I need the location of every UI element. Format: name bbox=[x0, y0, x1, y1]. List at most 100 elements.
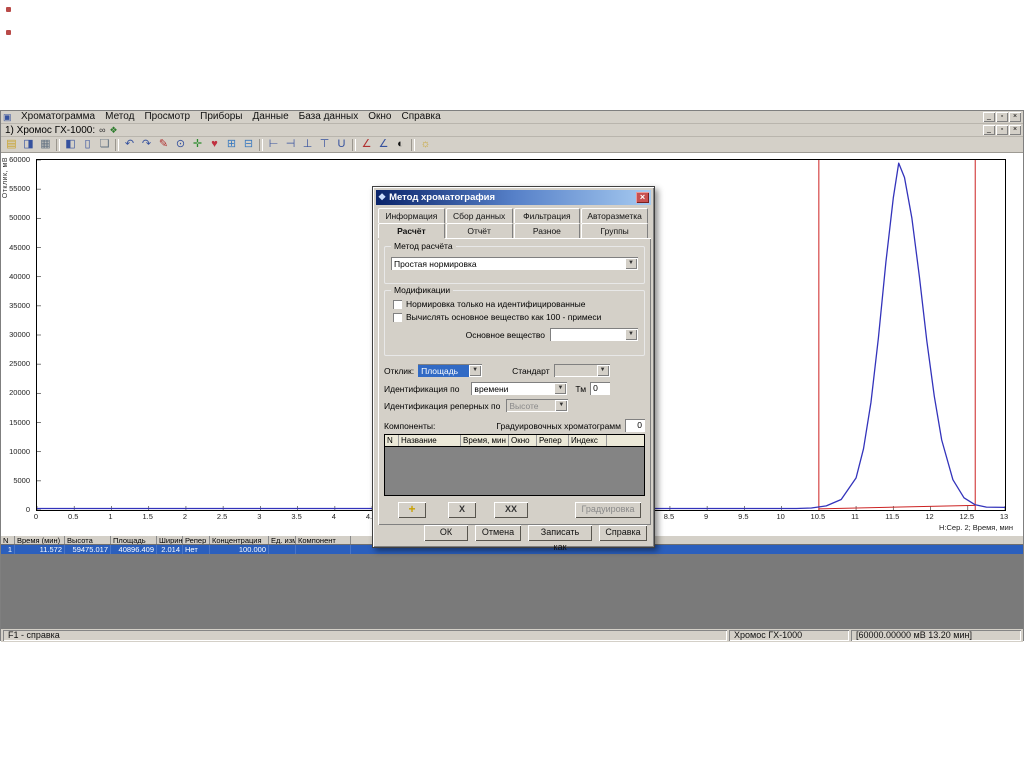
peak-begin-icon[interactable]: ⊢ bbox=[266, 138, 281, 152]
menu-item-метод[interactable]: Метод bbox=[100, 111, 139, 123]
modifications-group-label: Модификации bbox=[391, 285, 453, 295]
baseline-icon[interactable]: ∠ bbox=[376, 138, 391, 152]
results-cell bbox=[296, 545, 351, 554]
union-icon[interactable]: U bbox=[334, 138, 349, 152]
ident-ref-select: Высоте ▼ bbox=[506, 399, 568, 412]
x-tick-label: 9.5 bbox=[730, 512, 756, 521]
peak-end-icon[interactable]: ⊣ bbox=[283, 138, 298, 152]
chevron-down-icon[interactable]: ▼ bbox=[625, 329, 637, 340]
results-cell bbox=[269, 545, 296, 554]
report-icon[interactable]: ▯ bbox=[80, 138, 95, 152]
y-tick-label: 20000 bbox=[1, 388, 32, 397]
save-as-button[interactable]: Записать как bbox=[528, 525, 592, 541]
chevron-down-icon[interactable]: ▼ bbox=[625, 258, 637, 269]
ok-button[interactable]: ОК bbox=[424, 525, 468, 541]
checkbox-normirovka-label: Нормировка только на идентифицированные bbox=[406, 299, 586, 309]
menu-item-окно[interactable]: Окно bbox=[363, 111, 396, 123]
pencil-icon[interactable]: ✎ bbox=[156, 138, 171, 152]
dialog-close-icon[interactable]: × bbox=[636, 192, 649, 203]
favorite-icon[interactable]: ♥ bbox=[207, 138, 222, 152]
menu-item-справка[interactable]: Справка bbox=[396, 111, 445, 123]
menu-item-данные[interactable]: Данные bbox=[248, 111, 294, 123]
zoom-icon[interactable]: ⊙ bbox=[173, 138, 188, 152]
print-icon[interactable]: ▦ bbox=[38, 138, 53, 152]
results-cell: 40896.409 bbox=[111, 545, 157, 554]
tab-avtorazmetka[interactable]: Авторазметка bbox=[581, 208, 648, 223]
toolbar: ▤◨▦◧▯❏↶↷✎⊙✛♥⊞⊟⊢⊣⊥⊤U∠∠◐☼ bbox=[1, 137, 1023, 153]
x-tick-label: 10 bbox=[768, 512, 794, 521]
menu-item-хроматограмма[interactable]: Хроматограмма bbox=[16, 111, 100, 123]
open-icon[interactable]: ▤ bbox=[4, 138, 19, 152]
peak-top-icon[interactable]: ⊤ bbox=[317, 138, 332, 152]
menu-item-приборы[interactable]: Приборы bbox=[195, 111, 247, 123]
delete-all-components-button[interactable]: XX bbox=[494, 502, 528, 518]
mdi-close-button[interactable]: × bbox=[1009, 125, 1021, 135]
checkbox-icon[interactable] bbox=[393, 300, 402, 309]
window-controls: _ ▫ × bbox=[983, 112, 1023, 122]
add-component-button[interactable]: + bbox=[398, 502, 426, 518]
tab-informacija[interactable]: Информация bbox=[378, 208, 445, 223]
mdi-minimize-button[interactable]: _ bbox=[983, 125, 995, 135]
undo-icon[interactable]: ↶ bbox=[122, 138, 137, 152]
menu-item-просмотр[interactable]: Просмотр bbox=[139, 111, 195, 123]
tab-raznoe[interactable]: Разное bbox=[514, 223, 581, 238]
tab-sbor-dannyh[interactable]: Сбор данных bbox=[446, 208, 513, 223]
tab-filtracija[interactable]: Фильтрация bbox=[514, 208, 581, 223]
tab-gruppy[interactable]: Группы bbox=[581, 223, 648, 238]
results-col-2: Высота bbox=[65, 536, 111, 544]
tab-raschet[interactable]: Расчёт bbox=[378, 223, 445, 238]
contrast-icon[interactable]: ◐ bbox=[393, 138, 408, 152]
grad-chrom-input[interactable]: 0 bbox=[625, 419, 645, 432]
save-icon[interactable]: ◨ bbox=[21, 138, 36, 152]
close-button[interactable]: × bbox=[1009, 112, 1021, 122]
grid-icon[interactable]: ⊞ bbox=[224, 138, 239, 152]
stray-mark bbox=[6, 7, 11, 12]
checkbox-normirovka[interactable]: Нормировка только на идентифицированные bbox=[393, 299, 644, 309]
method-dialog-icon: ❖ bbox=[378, 192, 386, 203]
identification-row: Идентификация по времени ▼ Тм 0 bbox=[384, 382, 645, 395]
calc-method-select[interactable]: Простая нормировка ▼ bbox=[391, 257, 638, 270]
cancel-button[interactable]: Отмена bbox=[475, 525, 521, 541]
mdi-window-controls: _ ▫ × bbox=[983, 125, 1023, 135]
export-icon[interactable]: ❏ bbox=[97, 138, 112, 152]
help-button[interactable]: Справка bbox=[599, 525, 647, 541]
peak-base-icon[interactable]: ⊥ bbox=[300, 138, 315, 152]
preview-icon[interactable]: ◧ bbox=[63, 138, 78, 152]
lamp-icon[interactable]: ☼ bbox=[418, 138, 433, 152]
baseline-slope-icon[interactable]: ∠ bbox=[359, 138, 374, 152]
split-icon[interactable]: ⊟ bbox=[241, 138, 256, 152]
delete-component-button[interactable]: X bbox=[448, 502, 476, 518]
ident-by-select[interactable]: времени ▼ bbox=[471, 382, 567, 395]
components-table[interactable]: NНазваниеВремя, минОкноРеперИндекс bbox=[384, 434, 645, 496]
redo-icon[interactable]: ↷ bbox=[139, 138, 154, 152]
main-substance-select[interactable]: ▼ bbox=[550, 328, 638, 341]
components-table-header: NНазваниеВремя, минОкноРеперИндекс bbox=[385, 435, 644, 447]
chevron-down-icon[interactable]: ▼ bbox=[554, 383, 566, 394]
minimize-button[interactable]: _ bbox=[983, 112, 995, 122]
mdi-restore-button[interactable]: ▫ bbox=[996, 125, 1008, 135]
screen: ▣ ХроматограммаМетодПросмотрПриборыДанны… bbox=[0, 0, 1024, 767]
chevron-down-icon: ▼ bbox=[597, 365, 609, 376]
checkbox-osnovnoe[interactable]: Вычислять основное вещество как 100 - пр… bbox=[393, 312, 644, 322]
components-col-filler bbox=[607, 435, 644, 446]
response-select[interactable]: Площадь ▼ bbox=[418, 364, 482, 377]
x-tick-label: 12.5 bbox=[954, 512, 980, 521]
view-icon[interactable]: ∞ bbox=[99, 125, 105, 136]
checkbox-icon[interactable] bbox=[393, 313, 402, 322]
results-cell: 100.000 bbox=[210, 545, 269, 554]
instrument-icon[interactable]: ❖ bbox=[110, 125, 118, 136]
dialog-bottom-buttons: ОК Отмена Записать как Справка bbox=[378, 525, 647, 541]
menu-item-база-данных[interactable]: База данных bbox=[294, 111, 364, 123]
restore-button[interactable]: ▫ bbox=[996, 112, 1008, 122]
components-table-body[interactable] bbox=[385, 447, 644, 495]
tab-row-1: Информация Сбор данных Фильтрация Автора… bbox=[378, 208, 649, 223]
chevron-down-icon: ▼ bbox=[555, 400, 567, 411]
results-col-8: Компонент bbox=[296, 536, 351, 544]
results-cell: 59475.017 bbox=[65, 545, 111, 554]
dialog-titlebar[interactable]: ❖ Метод хроматография × bbox=[376, 190, 651, 205]
tm-input[interactable]: 0 bbox=[590, 382, 610, 395]
tab-otchet[interactable]: Отчёт bbox=[446, 223, 513, 238]
statusbar: F1 - справка Хромос ГХ-1000 [60000.00000… bbox=[1, 629, 1023, 642]
chevron-down-icon[interactable]: ▼ bbox=[469, 365, 481, 376]
move-icon[interactable]: ✛ bbox=[190, 138, 205, 152]
